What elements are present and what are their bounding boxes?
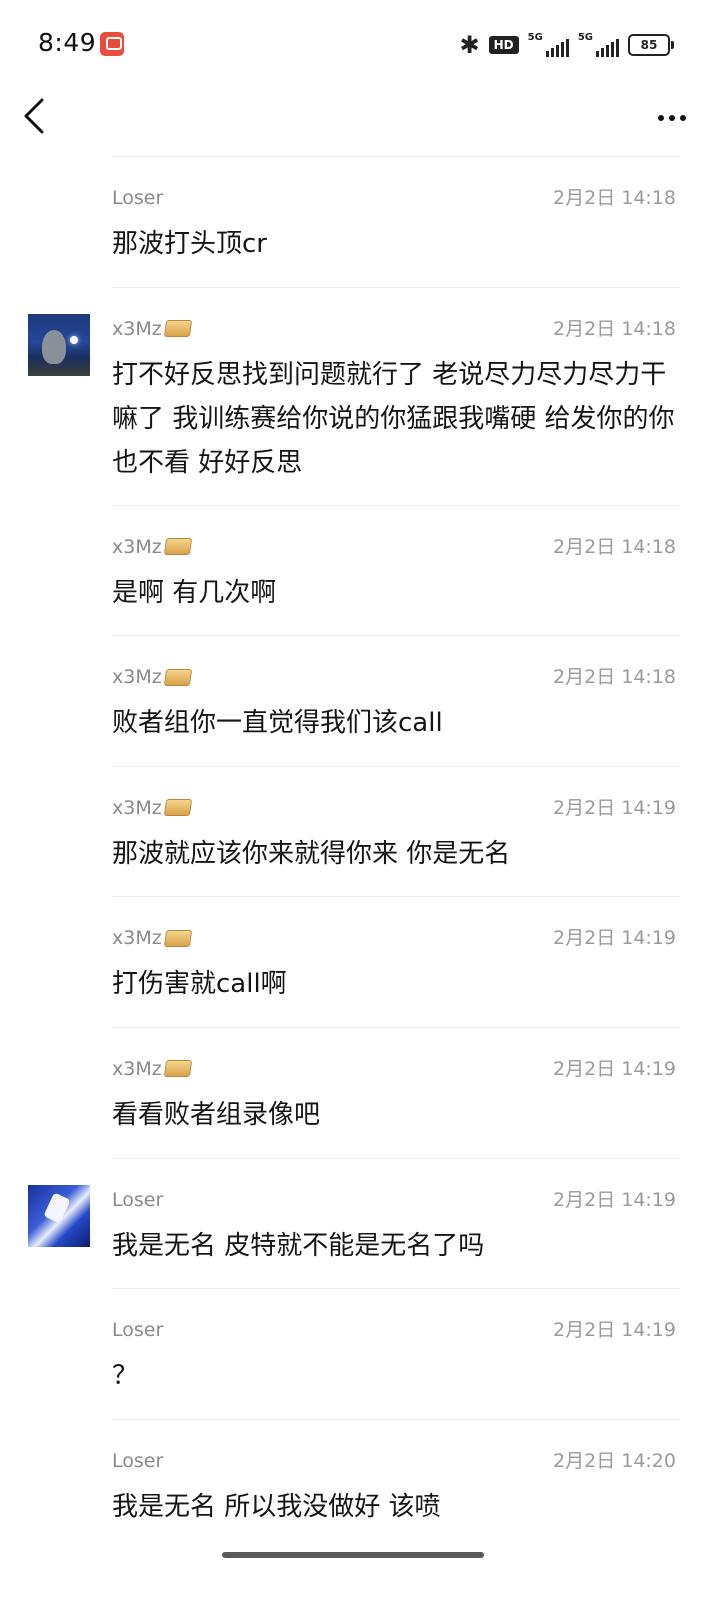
sender-name-text: x3Mz (112, 317, 162, 340)
sender-name-text: x3Mz (112, 796, 162, 819)
message-divider (112, 635, 680, 637)
message-timestamp: 2月2日 14:19 (553, 796, 676, 819)
message-timestamp: 2月2日 14:18 (553, 535, 676, 558)
chevron-left-icon (24, 98, 44, 134)
back-button[interactable] (22, 96, 62, 140)
more-dot (680, 115, 686, 121)
sender-name-text: Loser (112, 1449, 164, 1472)
message-item[interactable]: Loser 2月2日 14:19 我是无名 皮特就不能是无名了吗 (0, 1157, 720, 1289)
sender-name-text: x3Mz (112, 1057, 162, 1080)
message-text[interactable]: 那波就应该你来就得你来 你是无名 (112, 832, 676, 876)
message-divider (112, 1157, 680, 1159)
message-text[interactable]: 那波打头顶cr (112, 222, 676, 266)
message-text[interactable]: 败者组你一直觉得我们该call (112, 701, 676, 745)
message-timestamp: 2月2日 14:18 (553, 187, 676, 209)
message-list: Loser 2月2日 14:18 那波打头顶cr x3Mz 2月2日 14:18 打不好反… (0, 156, 720, 1549)
avatar[interactable] (28, 313, 90, 376)
sender-name[interactable]: x3Mz (112, 796, 192, 820)
message-timestamp: 2月2日 14:19 (553, 1057, 676, 1080)
sender-name-text: x3Mz (112, 535, 162, 558)
more-options-button[interactable] (652, 104, 692, 132)
message-text[interactable]: 我是无名 皮特就不能是无名了吗 (112, 1224, 676, 1268)
message-divider (112, 1288, 680, 1290)
sender-name-text: Loser (112, 1319, 164, 1342)
sender-name[interactable]: x3Mz (112, 1057, 192, 1081)
message-text[interactable]: 我是无名 所以我没做好 该喷 (112, 1485, 676, 1529)
gold-badge-icon (163, 668, 192, 686)
message-timestamp: 2月2日 14:19 (553, 1319, 676, 1342)
sender-name[interactable]: x3Mz (112, 535, 192, 559)
status-bar: 8:49 ✱ HD 5G 5G 85 (0, 0, 720, 90)
message-timestamp: 2月2日 14:19 (553, 927, 676, 950)
home-indicator[interactable] (222, 1552, 484, 1558)
sender-name[interactable]: Loser (112, 186, 163, 210)
message-text[interactable]: 看看败者组录像吧 (112, 1093, 676, 1137)
message-text[interactable]: ？ (112, 1354, 676, 1398)
sender-name[interactable]: x3Mz (112, 317, 192, 341)
message-timestamp: 2月2日 14:18 (553, 317, 676, 340)
message-item[interactable]: x3Mz 2月2日 14:18 是啊 有几次啊 (0, 504, 720, 636)
top-nav (0, 90, 720, 160)
message-item[interactable]: Loser 2月2日 14:20 我是无名 所以我没做好 该喷 (0, 1418, 720, 1550)
message-item[interactable]: x3Mz 2月2日 14:19 那波就应该你来就得你来 你是无名 (0, 765, 720, 897)
more-dot (658, 115, 664, 121)
status-indicators: ✱ HD 5G 5G 85 (459, 30, 674, 60)
more-dot (669, 115, 675, 121)
signal-2-icon: 5G (578, 33, 619, 57)
gold-badge-icon (163, 538, 192, 556)
message-timestamp: 2月2日 14:18 (553, 666, 676, 689)
sender-name[interactable]: Loser (112, 1188, 163, 1212)
message-divider (112, 765, 680, 767)
signal-2-label: 5G (577, 32, 593, 43)
avatar[interactable] (28, 1184, 90, 1247)
sender-name[interactable]: Loser (112, 1318, 163, 1342)
bluetooth-icon: ✱ (459, 31, 480, 59)
app-notification-icon (100, 32, 124, 56)
sender-name[interactable]: x3Mz (112, 665, 192, 689)
message-timestamp: 2月2日 14:19 (553, 1188, 676, 1211)
signal-1-icon: 5G (528, 33, 569, 57)
gold-badge-icon (163, 1060, 192, 1078)
message-divider (112, 896, 680, 898)
message-divider (112, 1418, 680, 1420)
message-item[interactable]: x3Mz 2月2日 14:18 打不好反思找到问题就行了 老说尽力尽力尽力干嘛了 我… (0, 286, 720, 505)
status-time: 8:49 (38, 28, 97, 57)
sender-name-text: x3Mz (112, 666, 162, 689)
message-timestamp: 2月2日 14:20 (553, 1449, 676, 1472)
message-text[interactable]: 是啊 有几次啊 (112, 571, 676, 615)
gold-badge-icon (163, 929, 192, 947)
gold-badge-icon (163, 799, 192, 817)
message-text[interactable]: 打不好反思找到问题就行了 老说尽力尽力尽力干嘛了 我训练赛给你说的你猛跟我嘴硬 … (112, 353, 676, 485)
message-text[interactable]: 打伤害就call啊 (112, 962, 676, 1006)
sender-name-text: Loser (112, 187, 164, 209)
message-item[interactable]: x3Mz 2月2日 14:18 败者组你一直觉得我们该call (0, 635, 720, 766)
message-divider (112, 504, 680, 506)
battery-icon: 85 (628, 34, 674, 56)
hd-badge: HD (488, 35, 519, 55)
message-item[interactable]: Loser 2月2日 14:19 ？ (0, 1288, 720, 1419)
message-item[interactable]: x3Mz 2月2日 14:19 打伤害就call啊 (0, 896, 720, 1027)
signal-1-label: 5G (527, 32, 543, 43)
sender-name[interactable]: x3Mz (112, 926, 192, 950)
sender-name[interactable]: Loser (112, 1449, 163, 1473)
message-divider (112, 156, 680, 157)
sender-name-text: Loser (112, 1188, 164, 1211)
gold-badge-icon (163, 320, 192, 338)
message-divider (112, 1026, 680, 1028)
sender-name-text: x3Mz (112, 927, 162, 950)
message-item[interactable]: x3Mz 2月2日 14:19 看看败者组录像吧 (0, 1026, 720, 1158)
message-item[interactable]: Loser 2月2日 14:18 那波打头顶cr (0, 156, 720, 287)
message-divider (112, 286, 680, 288)
